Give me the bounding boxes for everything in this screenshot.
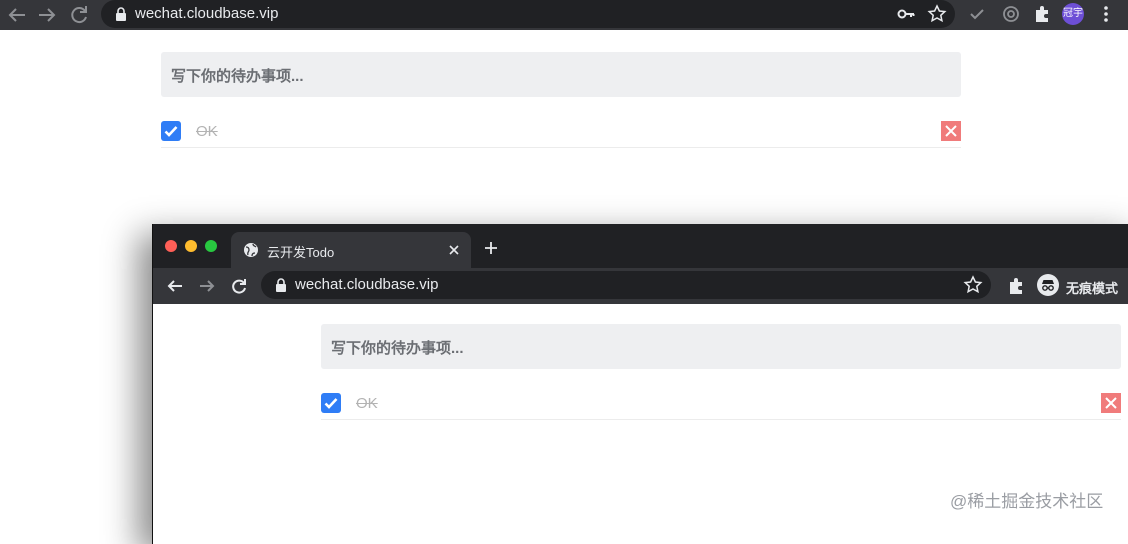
incognito-avatar[interactable] bbox=[1037, 274, 1059, 296]
todo-item-text: OK bbox=[196, 123, 218, 140]
tab-strip: 云开发Todo bbox=[153, 224, 1128, 268]
todo-item: OK bbox=[161, 121, 961, 148]
todo-item-text: OK bbox=[356, 395, 378, 412]
maximize-window-button[interactable] bbox=[205, 240, 217, 252]
minimize-window-button[interactable] bbox=[185, 240, 197, 252]
address-url[interactable]: wechat.cloudbase.vip bbox=[295, 276, 438, 293]
todo-item: OK bbox=[321, 393, 1121, 420]
bookmark-star-icon[interactable] bbox=[927, 4, 947, 24]
close-icon bbox=[945, 125, 957, 137]
at-extension-icon[interactable] bbox=[1001, 4, 1021, 24]
address-url[interactable]: wechat.cloudbase.vip bbox=[135, 5, 278, 22]
delete-todo-button[interactable] bbox=[1101, 393, 1121, 413]
incognito-icon bbox=[1042, 280, 1054, 291]
todo-input-placeholder: 写下你的待办事项... bbox=[171, 68, 304, 85]
back-arrow-icon[interactable] bbox=[5, 3, 29, 27]
todo-checkbox[interactable] bbox=[161, 121, 181, 141]
puzzle-extensions-icon[interactable] bbox=[1032, 4, 1052, 24]
watermark: @稀土掘金技术社区 bbox=[950, 492, 1104, 511]
reload-icon[interactable] bbox=[67, 3, 91, 27]
bookmark-star-icon[interactable] bbox=[963, 275, 983, 295]
todo-input[interactable]: 写下你的待办事项... bbox=[161, 52, 961, 97]
close-tab-icon[interactable] bbox=[447, 243, 461, 257]
lock-icon bbox=[116, 7, 126, 21]
todo-input-placeholder: 写下你的待办事项... bbox=[331, 340, 464, 357]
front-browser-toolbar: wechat.cloudbase.vip 无痕模式 bbox=[153, 268, 1128, 304]
address-bar[interactable]: wechat.cloudbase.vip bbox=[101, 0, 955, 28]
puzzle-extensions-icon[interactable] bbox=[1006, 276, 1026, 296]
delete-todo-button[interactable] bbox=[941, 121, 961, 141]
forward-arrow-icon[interactable] bbox=[197, 276, 217, 296]
check-extension-icon[interactable] bbox=[967, 4, 987, 24]
tab-title: 云开发Todo bbox=[267, 245, 335, 260]
back-browser-toolbar: wechat.cloudbase.vip 冠宇 bbox=[0, 0, 1128, 30]
lock-icon bbox=[276, 278, 286, 292]
address-bar[interactable]: wechat.cloudbase.vip bbox=[261, 271, 991, 299]
forward-arrow-icon[interactable] bbox=[35, 3, 59, 27]
new-tab-icon[interactable] bbox=[483, 240, 499, 256]
globe-icon bbox=[244, 243, 258, 257]
todo-input[interactable]: 写下你的待办事项... bbox=[321, 324, 1121, 369]
incognito-label[interactable]: 无痕模式 bbox=[1066, 278, 1118, 297]
menu-kebab-icon[interactable] bbox=[1098, 4, 1114, 24]
checkmark-icon bbox=[164, 126, 178, 137]
reload-icon[interactable] bbox=[229, 276, 249, 296]
close-window-button[interactable] bbox=[165, 240, 177, 252]
close-icon bbox=[1105, 397, 1117, 409]
profile-avatar[interactable]: 冠宇 bbox=[1062, 3, 1084, 25]
key-icon[interactable] bbox=[896, 4, 916, 24]
todo-checkbox[interactable] bbox=[321, 393, 341, 413]
back-arrow-icon[interactable] bbox=[165, 276, 185, 296]
checkmark-icon bbox=[324, 398, 338, 409]
tab-todo[interactable]: 云开发Todo bbox=[231, 232, 471, 268]
